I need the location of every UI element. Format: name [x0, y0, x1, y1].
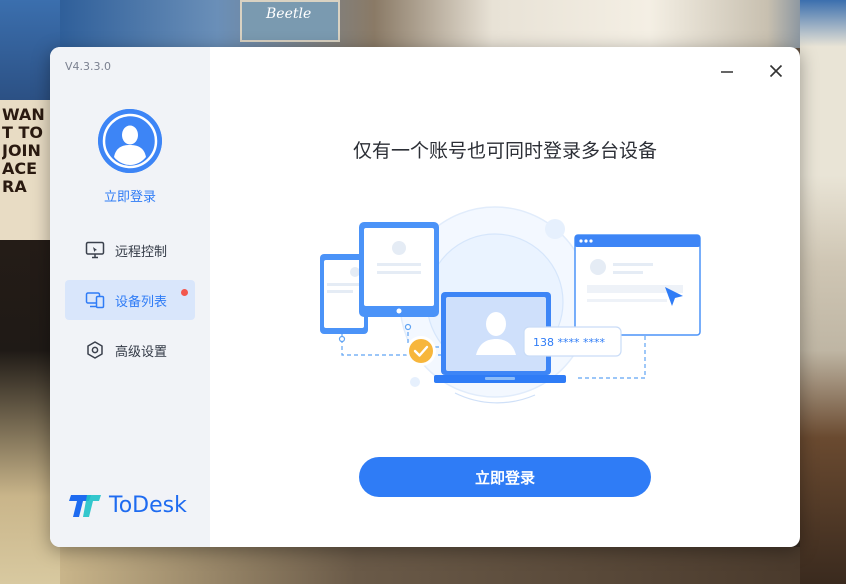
close-button[interactable]: [762, 57, 790, 85]
sidebar-item-remote-control[interactable]: 远程控制: [65, 230, 195, 270]
todesk-logo-icon: [69, 495, 101, 517]
wallpaper-poster-text: WANT TO JOIN ACE RA: [2, 106, 45, 196]
headline: 仅有一个账号也可同时登录多台设备: [352, 140, 657, 162]
minimize-button[interactable]: [713, 57, 741, 85]
wallpaper-right: [800, 0, 846, 584]
todesk-logo: ToDesk: [69, 491, 187, 519]
sidebar-item-label: 高级设置: [115, 344, 168, 360]
sidebar: V4.3.3.0 立即登录 远程控制 设备列表 高级设置 ToDesk: [50, 47, 210, 547]
sidebar-item-advanced-settings[interactable]: 高级设置: [65, 330, 195, 370]
wallpaper-card: Beetle: [240, 0, 340, 42]
notification-dot: [181, 289, 188, 296]
wallpaper-card-text: Beetle: [266, 6, 312, 22]
minimize-icon: [721, 71, 733, 73]
todesk-window: V4.3.3.0 立即登录 远程控制 设备列表 高级设置 ToDesk 仅有一个…: [50, 47, 800, 547]
version-label: V4.3.3.0: [65, 60, 112, 73]
monitor-icon: [85, 240, 105, 260]
multi-device-illustration: 138 **** ****: [320, 206, 701, 404]
avatar[interactable]: [98, 109, 162, 173]
wallpaper-bottom: [60, 547, 800, 584]
login-button[interactable]: 立即登录: [359, 457, 651, 497]
main-panel: 仅有一个账号也可同时登录多台设备 138 **** **** 立即登录: [210, 47, 800, 547]
sidebar-item-device-list[interactable]: 设备列表: [65, 280, 195, 320]
brand-name: ToDesk: [109, 492, 187, 518]
sidebar-item-label: 远程控制: [115, 244, 168, 260]
settings-hexagon-icon: [85, 340, 105, 360]
sidebar-item-label: 设备列表: [115, 294, 168, 310]
account-pill-text: 138 **** ****: [533, 336, 605, 349]
devices-icon: [85, 290, 105, 310]
wallpaper-top: [60, 0, 846, 48]
sidebar-login-link[interactable]: 立即登录: [50, 186, 210, 205]
user-avatar-icon: [98, 109, 162, 173]
close-icon: [769, 64, 783, 78]
